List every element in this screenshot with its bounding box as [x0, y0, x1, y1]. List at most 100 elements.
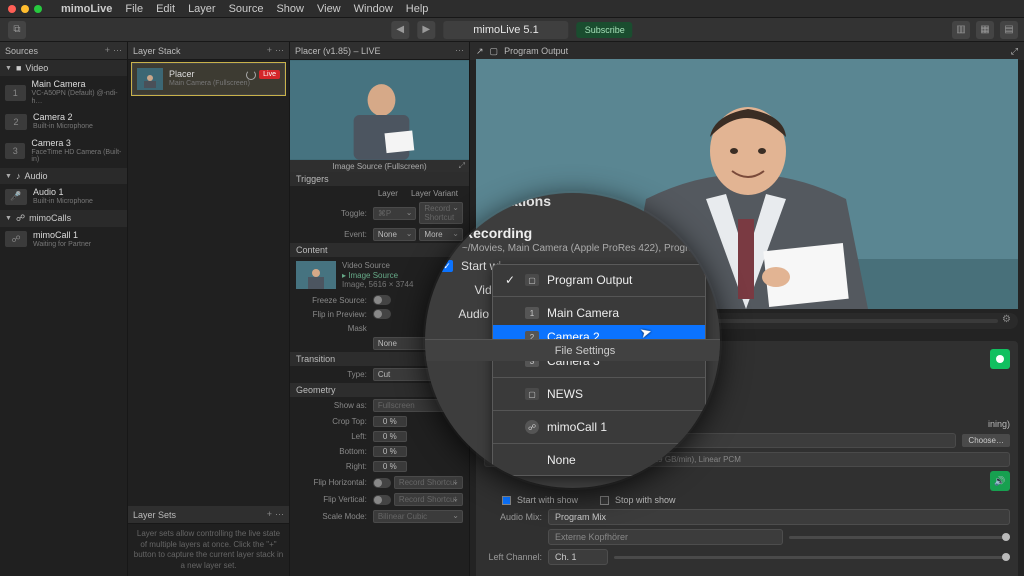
audio-indicator[interactable]: 🔊	[990, 471, 1010, 491]
layer-preview	[290, 60, 469, 160]
gear-icon[interactable]: ⚙	[1002, 314, 1016, 328]
loading-icon	[246, 70, 256, 80]
add-source-button[interactable]: +	[105, 45, 110, 56]
expand-icon[interactable]: ⤢	[459, 161, 465, 171]
file-settings-bar[interactable]: File Settings	[425, 339, 720, 361]
flip-preview-toggle[interactable]	[373, 309, 391, 319]
menu-help[interactable]: Help	[406, 3, 429, 15]
close-icon[interactable]	[8, 5, 16, 13]
left-channel-slider[interactable]	[614, 556, 1010, 559]
toolbar-layout-3[interactable]: ▤	[1000, 21, 1018, 39]
menu-layer[interactable]: Layer	[188, 3, 216, 15]
triggers-group: Triggers	[290, 172, 469, 186]
expand-icon[interactable]: ⤢	[1011, 46, 1018, 57]
layer-sets-header: Layer Sets +⋯	[128, 506, 289, 524]
camera-icon: 3	[5, 143, 25, 159]
flip-v-shortcut[interactable]: Record Shortcut	[394, 493, 463, 506]
toolbar-btn-1[interactable]: ⧉	[8, 21, 26, 39]
flip-v-toggle[interactable]	[373, 495, 391, 505]
crop-right-input[interactable]: 0 %	[373, 461, 407, 472]
mag-recording-path: ~/Movies, Main Camera (Apple ProRes 422)…	[462, 243, 720, 254]
volume-slider[interactable]	[789, 536, 1010, 539]
sources-group-audio[interactable]: ▼♪Audio	[0, 168, 127, 184]
event-select[interactable]: None	[373, 228, 417, 241]
add-layer-button[interactable]: +	[267, 45, 272, 56]
menu-source[interactable]: Source	[229, 3, 264, 15]
props-more-button[interactable]: ⋯	[455, 45, 464, 56]
content-thumb	[296, 261, 336, 289]
source-camera-2[interactable]: 2 Camera 2Built-in Microphone	[0, 109, 127, 135]
sources-group-video[interactable]: ▼■Video	[0, 60, 127, 76]
source-mimocall-1[interactable]: ☍ mimoCall 1Waiting for Partner	[0, 227, 127, 253]
subscribe-button[interactable]: Subscribe	[577, 22, 633, 38]
menu-mimocall-1[interactable]: ☍ mimoCall 1	[493, 415, 705, 439]
zoom-icon[interactable]	[34, 5, 42, 13]
video-source-menu[interactable]: ✓ ▢ Program Output 1 Main Camera 2 Camer…	[492, 264, 706, 476]
menubar: mimoLive File Edit Layer Source Show Vie…	[0, 0, 1024, 18]
layers-header: Layer Stack +⋯	[128, 42, 289, 60]
crop-top-input[interactable]: 0 %	[373, 416, 407, 427]
audio-mix-select[interactable]: Program Mix	[548, 509, 1010, 525]
freeze-toggle[interactable]	[373, 295, 391, 305]
output-device-select[interactable]: Externe Kopfhörer	[548, 529, 783, 545]
toolbar-layout-1[interactable]: ▥	[952, 21, 970, 39]
flip-h-toggle[interactable]	[373, 478, 391, 488]
stop-with-show-checkbox[interactable]	[600, 496, 609, 505]
menu-show[interactable]: Show	[276, 3, 304, 15]
menu-program-output[interactable]: ✓ ▢ Program Output	[493, 268, 705, 292]
flip-h-shortcut[interactable]: Record Shortcut	[394, 476, 463, 489]
menu-separator	[493, 410, 705, 411]
mag-file-recording-title: File Recording	[425, 213, 720, 243]
layers-panel: Layer Stack +⋯ PlacerMain Camera (Fullsc…	[128, 42, 290, 576]
start-with-checkbox[interactable]: ✓	[441, 260, 453, 272]
external-icon[interactable]: ↗	[476, 46, 484, 57]
props-title: Placer (v1.85) – LIVE	[295, 46, 381, 56]
magnifier-overlay: Destinations File Recording ▼~/Movies, M…	[425, 193, 720, 488]
menu-none[interactable]: None	[493, 448, 705, 472]
start-with-show-checkbox[interactable]	[502, 496, 511, 505]
document-title: mimoLive 5.1	[443, 21, 568, 39]
sources-more-button[interactable]: ⋯	[113, 45, 122, 56]
source-audio-1[interactable]: 🎤 Audio 1Built-in Microphone	[0, 184, 127, 210]
menu-file[interactable]: File	[125, 3, 143, 15]
monitor-icon: ▢	[525, 388, 539, 400]
menu-separator	[493, 443, 705, 444]
crop-left-input[interactable]: 0 %	[373, 431, 407, 442]
disclosure-triangle-icon[interactable]: ▼	[447, 243, 456, 254]
left-channel-select[interactable]: Ch. 1	[548, 549, 608, 565]
minimize-icon[interactable]	[21, 5, 29, 13]
monitor-icon: ▢	[525, 274, 539, 286]
app-name[interactable]: mimoLive	[61, 3, 112, 15]
program-title: Program Output	[504, 46, 568, 56]
menu-window[interactable]: Window	[354, 3, 393, 15]
window-traffic-lights[interactable]	[8, 5, 42, 13]
menu-news[interactable]: ▢ NEWS	[493, 382, 705, 406]
menu-edit[interactable]: Edit	[156, 3, 175, 15]
layers-more-button[interactable]: ⋯	[275, 45, 284, 56]
camera-icon: 1	[5, 85, 26, 101]
menu-view[interactable]: View	[317, 3, 341, 15]
live-badge[interactable]: Live	[259, 70, 280, 79]
crop-bottom-input[interactable]: 0 %	[373, 446, 407, 457]
mic-icon: 🎤	[5, 189, 27, 205]
sources-group-calls[interactable]: ▼☍mimoCalls	[0, 210, 127, 227]
toolbar: ⧉ ◀ ▶ mimoLive 5.1 Subscribe ▥ ▦ ▤	[0, 18, 1024, 42]
camera-icon: 2	[5, 114, 27, 130]
record-indicator[interactable]	[990, 349, 1010, 369]
monitor-icon[interactable]: ▢	[490, 46, 499, 57]
layer-sets-more-button[interactable]: ⋯	[275, 509, 284, 520]
source-camera-3[interactable]: 3 Camera 3FaceTime HD Camera (Built-in)	[0, 135, 127, 168]
toolbar-nav-next[interactable]: ▶	[417, 21, 435, 39]
scale-mode-select[interactable]: Bilinear Cubic	[373, 510, 463, 523]
sources-panel: Sources +⋯ ▼■Video 1 Main CameraVC-A50PN…	[0, 42, 128, 576]
toolbar-layout-2[interactable]: ▦	[976, 21, 994, 39]
toolbar-nav-prev[interactable]: ◀	[391, 21, 409, 39]
toggle-shortcut[interactable]: ⌘P	[373, 207, 417, 220]
source-main-camera[interactable]: 1 Main CameraVC-A50PN (Default) @-ndi-h…	[0, 76, 127, 109]
menu-main-camera[interactable]: 1 Main Camera	[493, 301, 705, 325]
layer-placer[interactable]: PlacerMain Camera (Fullscreen) Live	[132, 63, 285, 95]
add-layer-set-button[interactable]: +	[267, 509, 272, 520]
choose-folder-button[interactable]: Choose…	[962, 434, 1010, 447]
menu-separator	[493, 377, 705, 378]
layers-title: Layer Stack	[133, 46, 181, 56]
